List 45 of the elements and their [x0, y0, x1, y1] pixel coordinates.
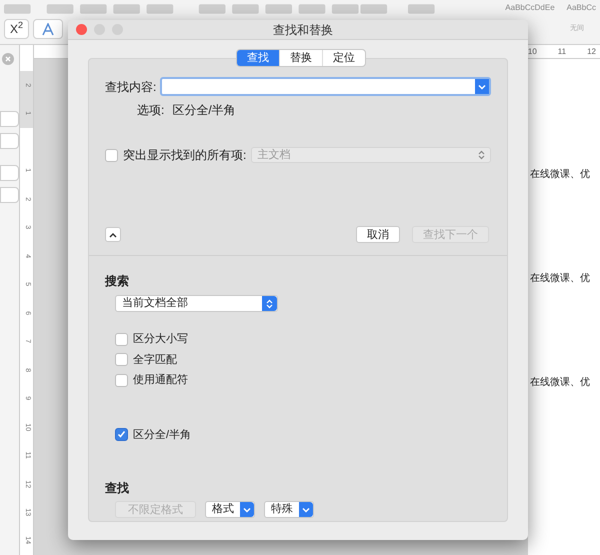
find-field[interactable] — [160, 77, 491, 96]
tab[interactable]: 替换 — [279, 50, 322, 66]
window-title: 查找和替换 — [273, 22, 333, 38]
tab[interactable]: 查找 — [237, 50, 279, 66]
ruler-number: 11 — [558, 46, 566, 58]
checkbox[interactable] — [115, 353, 128, 366]
section-heading: 搜索 — [105, 273, 130, 290]
field-label: 查找内容: — [105, 78, 156, 96]
options-value: 区分全/半角 — [172, 102, 236, 119]
text-field[interactable] — [0, 133, 19, 149]
ruler-number: 10 — [528, 46, 537, 58]
dropdown-field[interactable] — [0, 165, 19, 181]
dropdown-button[interactable] — [475, 79, 489, 94]
checkbox-label: 使用通配符 — [133, 372, 188, 388]
checkbox-label: 区分全/半角 — [133, 428, 192, 442]
checkbox[interactable] — [115, 428, 128, 442]
search-scope-dropdown[interactable]: 当前文档全部 — [115, 295, 278, 312]
checkbox[interactable] — [115, 332, 128, 346]
close-button[interactable] — [76, 24, 87, 35]
checkbox-label: 全字匹配 — [133, 352, 177, 368]
chevron-down-icon — [478, 84, 486, 90]
options-label: 选项: — [137, 102, 164, 119]
checkbox-label: 区分大小写 — [133, 332, 188, 347]
text-field[interactable] — [0, 187, 19, 203]
outlined-letter-icon — [42, 22, 54, 36]
cancel-button[interactable]: 取消 — [356, 226, 400, 243]
menu-button[interactable]: 特殊 — [264, 501, 314, 518]
check-icon — [117, 430, 126, 440]
menu-button[interactable]: 格式 — [205, 501, 255, 518]
collapse-button[interactable] — [105, 227, 121, 242]
document-text: 在线微课、优 — [530, 376, 590, 390]
dropdown-field[interactable] — [0, 111, 19, 127]
document-text: 在线微课、优 — [530, 168, 590, 182]
chevron-down-icon — [302, 506, 310, 512]
checkbox-label: 突出显示找到的所有项: — [123, 147, 246, 164]
chevron-up-icon — [109, 232, 117, 238]
superscript-button[interactable]: X$^{2}$ — [4, 19, 30, 39]
document-text: 在线微课、优 — [530, 272, 590, 286]
checkbox[interactable] — [115, 374, 128, 387]
up-down-arrows-icon — [478, 150, 485, 160]
ruler-number: 12 — [587, 46, 596, 58]
up-down-arrows-icon — [266, 298, 273, 308]
section-heading: 查找 — [105, 480, 130, 497]
text-effects-button[interactable] — [33, 19, 64, 39]
chevron-down-icon — [243, 506, 251, 512]
